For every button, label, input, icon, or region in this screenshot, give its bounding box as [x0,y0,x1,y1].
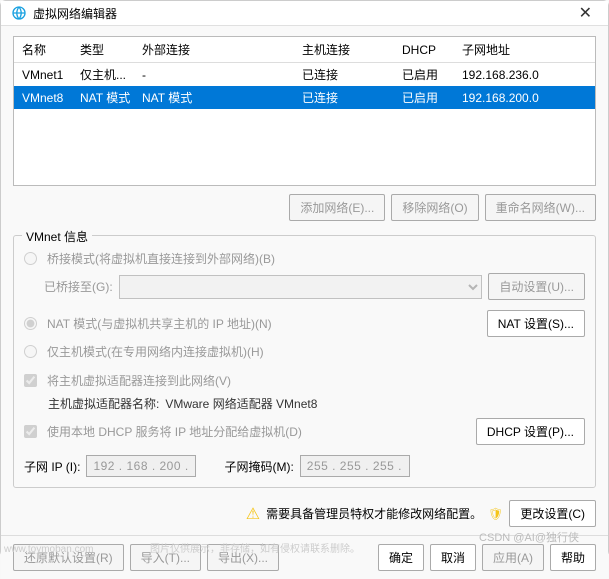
dhcp-settings-button[interactable]: DHCP 设置(P)... [476,418,585,445]
hostonly-radio[interactable] [24,345,37,358]
col-name[interactable]: 名称 [14,37,72,63]
col-host[interactable]: 主机连接 [294,37,394,63]
warning-icon: ⚠ [246,504,260,524]
warning-text: 需要具备管理员特权才能修改网络配置。 [266,505,482,522]
import-button[interactable]: 导入(T)... [130,544,201,571]
group-legend: VMnet 信息 [22,228,92,245]
network-table[interactable]: 名称 类型 外部连接 主机连接 DHCP 子网地址 VMnet1 仅主机... … [13,36,596,186]
help-button[interactable]: 帮助 [550,544,596,571]
ok-button[interactable]: 确定 [378,544,424,571]
rename-network-button[interactable]: 重命名网络(W)... [485,194,596,221]
add-network-button[interactable]: 添加网络(E)... [289,194,385,221]
cancel-button[interactable]: 取消 [430,544,476,571]
change-settings-button[interactable]: 更改设置(C) [509,500,596,527]
app-icon [11,5,27,21]
hostonly-label: 仅主机模式(在专用网络内连接虚拟机)(H) [47,343,264,360]
bridged-radio[interactable] [24,252,37,265]
table-row[interactable]: VMnet8 NAT 模式 NAT 模式 已连接 已启用 192.168.200… [14,86,595,109]
subnet-mask-input[interactable] [300,455,410,477]
nat-label: NAT 模式(与虚拟机共享主机的 IP 地址)(N) [47,315,272,332]
adapter-name-label: 主机虚拟适配器名称: [48,395,159,412]
use-dhcp-label: 使用本地 DHCP 服务将 IP 地址分配给虚拟机(D) [47,423,302,440]
connect-adapter-checkbox[interactable] [24,374,37,387]
nat-radio[interactable] [24,317,37,330]
vmnet-info-group: VMnet 信息 桥接模式(将虚拟机直接连接到外部网络)(B) 已桥接至(G):… [13,235,596,488]
auto-settings-button[interactable]: 自动设置(U)... [488,273,585,300]
adapter-name-value: VMware 网络适配器 VMnet8 [165,395,317,412]
shield-icon: 🛡 [488,507,503,521]
apply-button[interactable]: 应用(A) [482,544,544,571]
export-button[interactable]: 导出(X)... [207,544,279,571]
table-row[interactable]: VMnet1 仅主机... - 已连接 已启用 192.168.236.0 [14,63,595,87]
bridged-label: 桥接模式(将虚拟机直接连接到外部网络)(B) [47,250,275,267]
subnet-ip-input[interactable] [86,455,196,477]
window-title: 虚拟网络编辑器 [33,5,573,22]
subnet-ip-label: 子网 IP (I): [24,458,80,475]
bridged-to-select[interactable] [119,275,483,299]
close-button[interactable]: ✕ [573,1,598,25]
col-ext[interactable]: 外部连接 [134,37,294,63]
use-dhcp-checkbox[interactable] [24,425,37,438]
connect-adapter-label: 将主机虚拟适配器连接到此网络(V) [47,372,231,389]
col-dhcp[interactable]: DHCP [394,37,454,63]
col-subnet[interactable]: 子网地址 [454,37,595,63]
col-type[interactable]: 类型 [72,37,134,63]
subnet-mask-label: 子网掩码(M): [224,458,293,475]
nat-settings-button[interactable]: NAT 设置(S)... [487,310,585,337]
restore-defaults-button[interactable]: 还原默认设置(R) [13,544,124,571]
bridged-to-label: 已桥接至(G): [44,278,113,295]
remove-network-button[interactable]: 移除网络(O) [391,194,478,221]
